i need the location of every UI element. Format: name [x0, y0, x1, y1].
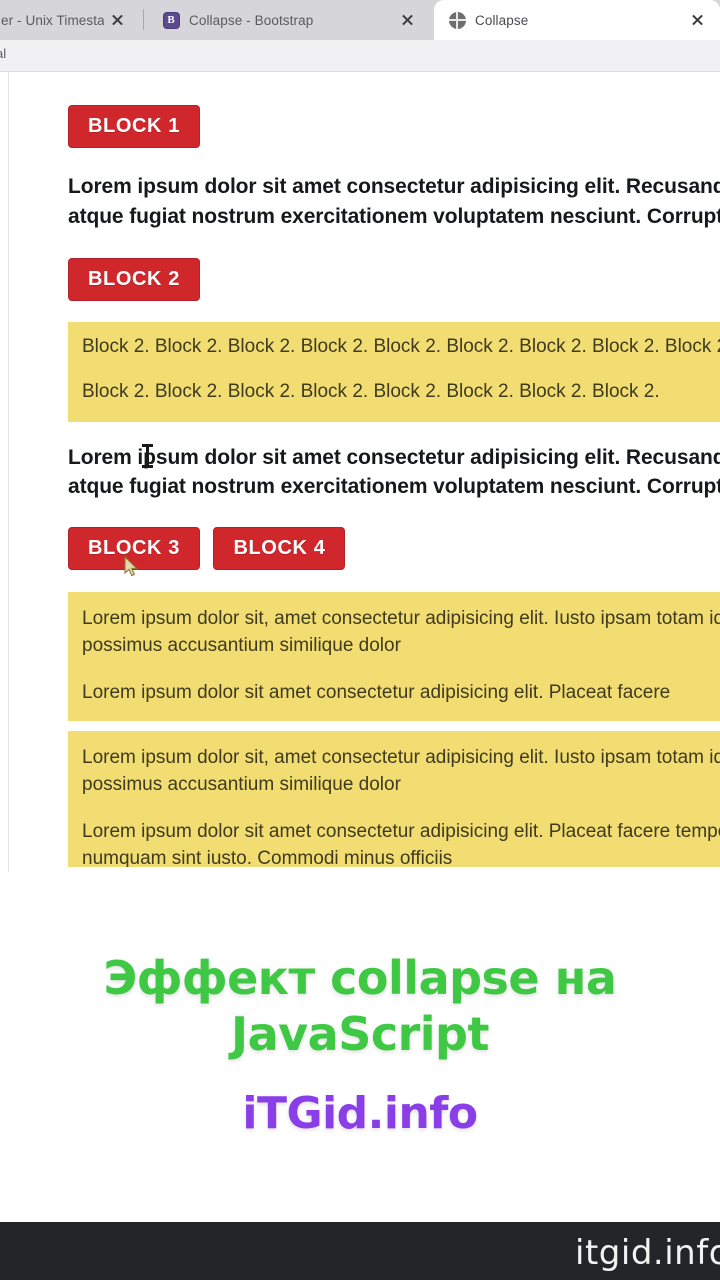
block3-collapse-panel: Lorem ipsum dolor sit, amet consectetur …	[68, 592, 720, 722]
block2-panel-line1: Block 2. Block 2. Block 2. Block 2. Bloc…	[82, 335, 720, 357]
tab-title: Collapse	[475, 12, 529, 28]
bootstrap-icon-letter: B	[162, 11, 180, 29]
browser-tab-collapse-bootstrap[interactable]: B Collapse - Bootstrap	[148, 0, 430, 40]
tab-close-icon[interactable]	[394, 7, 420, 33]
footer-bar: itgid.info	[0, 1222, 720, 1280]
block2-panel-line2: Block 2. Block 2. Block 2. Block 2. Bloc…	[82, 380, 660, 402]
globe-icon-shape	[448, 11, 466, 29]
browser-toolbar-strip: al	[0, 40, 720, 72]
block3-panel-paragraph-1: Lorem ipsum dolor sit, amet consectetur …	[82, 608, 720, 657]
page-content: BLOCK 1 Lorem ipsum dolor sit amet conse…	[68, 72, 720, 868]
block2-toggle-button[interactable]: BLOCK 2	[68, 257, 200, 301]
slide-title: Эффект collapse на JavaScript	[103, 951, 617, 1062]
block2-button-row: BLOCK 2	[68, 257, 720, 301]
footer-watermark: itgid.info	[575, 1233, 720, 1273]
block1-paragraph: Lorem ipsum dolor sit amet consectetur a…	[68, 175, 720, 228]
block2-paragraph: Lorem ipsum dolor sit amet consectetur a…	[68, 445, 720, 499]
toolbar-text-fragment: al	[0, 46, 7, 61]
block4-panel-paragraph-1: Lorem ipsum dolor sit, amet consectetur …	[82, 747, 720, 796]
block34-button-row: BLOCK 3 BLOCK 4	[68, 527, 720, 571]
block3-panel-paragraph-2: Lorem ipsum dolor sit amet consectetur a…	[82, 682, 671, 704]
text-cursor-ibeam	[142, 444, 153, 468]
block4-collapse-panel: Lorem ipsum dolor sit, amet consectetur …	[68, 731, 720, 868]
title-slide-area: Эффект collapse на JavaScript iTGid.info	[0, 872, 720, 1216]
tab-separator	[143, 9, 144, 30]
tab-close-icon[interactable]	[104, 7, 130, 33]
tab-title: Collapse - Bootstrap	[189, 12, 314, 28]
tab-close-icon[interactable]	[684, 7, 710, 33]
browser-tab-unix-timestamp[interactable]: er - Unix Timestam	[0, 0, 140, 40]
block4-toggle-button[interactable]: BLOCK 4	[213, 527, 346, 571]
tab-title: er - Unix Timestam	[1, 12, 104, 28]
browser-tabstrip: er - Unix Timestam B Collapse - Bootstra…	[0, 0, 720, 40]
block4-panel-paragraph-2: Lorem ipsum dolor sit amet consectetur a…	[82, 821, 720, 868]
browser-tab-collapse-active[interactable]: Collapse	[434, 0, 720, 40]
block1-toggle-button[interactable]: BLOCK 1	[68, 105, 200, 148]
block2-collapse-panel: Block 2. Block 2. Block 2. Block 2. Bloc…	[68, 321, 720, 422]
globe-icon	[448, 11, 466, 29]
page-viewport: BLOCK 1 Lorem ipsum dolor sit amet conse…	[8, 72, 720, 872]
browser-chrome: er - Unix Timestam B Collapse - Bootstra…	[0, 0, 720, 40]
slide-brand: iTGid.info	[242, 1088, 478, 1140]
block1-button-row: BLOCK 1	[68, 105, 720, 148]
bootstrap-icon: B	[162, 11, 180, 29]
mouse-pointer-icon	[124, 556, 140, 578]
